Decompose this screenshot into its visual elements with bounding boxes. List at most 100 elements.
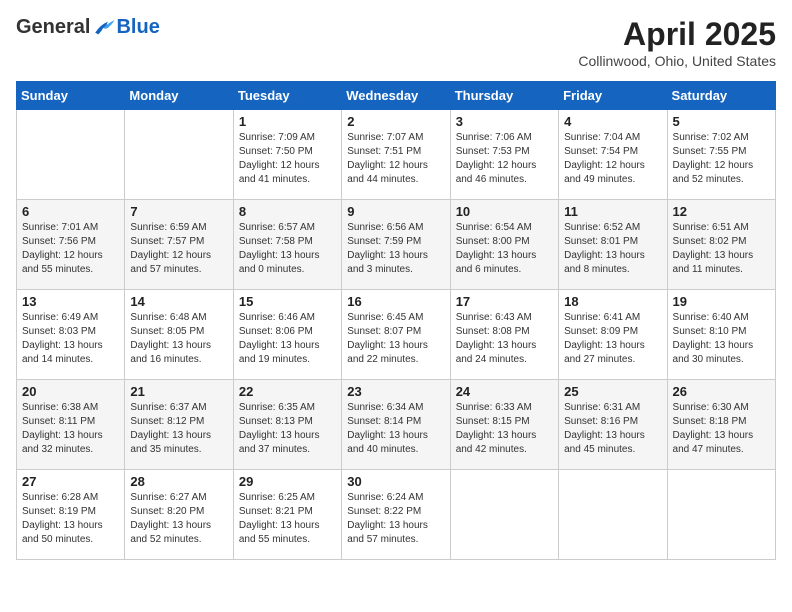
day-number: 14 xyxy=(130,294,227,309)
calendar-day-cell: 6 Sunrise: 7:01 AMSunset: 7:56 PMDaylight… xyxy=(17,200,125,290)
calendar-day-cell: 15 Sunrise: 6:46 AMSunset: 8:06 PMDayligh… xyxy=(233,290,341,380)
calendar-week-row: 20Sunrise: 6:38 AMSunset: 8:11 PMDayligh… xyxy=(17,380,776,470)
day-number: 10 xyxy=(456,204,553,219)
calendar-day-cell: 14 Sunrise: 6:48 AMSunset: 8:05 PMDayligh… xyxy=(125,290,233,380)
calendar-day-cell: 10 Sunrise: 6:54 AMSunset: 8:00 PMDayligh… xyxy=(450,200,558,290)
calendar-day-cell: 2 Sunrise: 7:07 AMSunset: 7:51 PMDaylight… xyxy=(342,110,450,200)
day-number: 11 xyxy=(564,204,661,219)
calendar-day-cell: 8Sunrise: 6:57 AMSunset: 7:58 PMDaylight… xyxy=(233,200,341,290)
day-info: Sunrise: 7:02 AMSunset: 7:55 PMDaylight:… xyxy=(673,131,770,187)
calendar-day-cell: 22 Sunrise: 6:35 AMSunset: 8:13 PMDayligh… xyxy=(233,380,341,470)
day-number: 30 xyxy=(347,474,444,489)
calendar-day-cell: 11 Sunrise: 6:52 AMSunset: 8:01 PMDayligh… xyxy=(559,200,667,290)
calendar-empty-cell xyxy=(667,470,775,560)
day-number: 2 xyxy=(347,114,444,129)
calendar-day-cell: 5 Sunrise: 7:02 AMSunset: 7:55 PMDaylight… xyxy=(667,110,775,200)
day-info: Sunrise: 6:24 AMSunset: 8:22 PMDaylight:… xyxy=(347,491,444,547)
title-block: April 2025 Collinwood, Ohio, United Stat… xyxy=(578,16,776,69)
day-number: 22 xyxy=(239,384,336,399)
day-info: Sunrise: 7:06 AMSunset: 7:53 PMDaylight:… xyxy=(456,131,553,187)
day-number: 29 xyxy=(239,474,336,489)
day-info: Sunrise: 6:25 AMSunset: 8:21 PMDaylight:… xyxy=(239,491,336,547)
day-number: 4 xyxy=(564,114,661,129)
calendar-day-cell: 7Sunrise: 6:59 AMSunset: 7:57 PMDaylight… xyxy=(125,200,233,290)
day-info: Sunrise: 6:51 AMSunset: 8:02 PMDaylight:… xyxy=(673,221,770,277)
calendar-day-cell: 24Sunrise: 6:33 AMSunset: 8:15 PMDayligh… xyxy=(450,380,558,470)
day-info: Sunrise: 6:48 AMSunset: 8:05 PMDaylight:… xyxy=(130,311,227,367)
logo: General Blue xyxy=(16,16,160,39)
day-number: 25 xyxy=(564,384,661,399)
calendar-day-cell: 9 Sunrise: 6:56 AMSunset: 7:59 PMDaylight… xyxy=(342,200,450,290)
day-number: 24 xyxy=(456,384,553,399)
day-info: Sunrise: 6:41 AMSunset: 8:09 PMDaylight:… xyxy=(564,311,661,367)
calendar-day-cell: 30 Sunrise: 6:24 AMSunset: 8:22 PMDayligh… xyxy=(342,470,450,560)
day-number: 21 xyxy=(130,384,227,399)
calendar-week-row: 1 Sunrise: 7:09 AMSunset: 7:50 PMDaylight… xyxy=(17,110,776,200)
day-info: Sunrise: 6:34 AMSunset: 8:14 PMDaylight:… xyxy=(347,401,444,457)
day-info: Sunrise: 7:07 AMSunset: 7:51 PMDaylight:… xyxy=(347,131,444,187)
calendar-table: SundayMondayTuesdayWednesdayThursdayFrid… xyxy=(16,81,776,560)
day-info: Sunrise: 7:09 AMSunset: 7:50 PMDaylight:… xyxy=(239,131,336,187)
day-number: 26 xyxy=(673,384,770,399)
calendar-day-cell: 12 Sunrise: 6:51 AMSunset: 8:02 PMDayligh… xyxy=(667,200,775,290)
calendar-day-cell: 25 Sunrise: 6:31 AMSunset: 8:16 PMDayligh… xyxy=(559,380,667,470)
day-number: 9 xyxy=(347,204,444,219)
day-number: 18 xyxy=(564,294,661,309)
day-number: 28 xyxy=(130,474,227,489)
day-info: Sunrise: 6:52 AMSunset: 8:01 PMDaylight:… xyxy=(564,221,661,277)
day-info: Sunrise: 6:27 AMSunset: 8:20 PMDaylight:… xyxy=(130,491,227,547)
calendar-day-cell: 3 Sunrise: 7:06 AMSunset: 7:53 PMDaylight… xyxy=(450,110,558,200)
day-info: Sunrise: 6:43 AMSunset: 8:08 PMDaylight:… xyxy=(456,311,553,367)
day-info: Sunrise: 7:01 AMSunset: 7:56 PMDaylight:… xyxy=(22,221,119,277)
calendar-day-cell: 26Sunrise: 6:30 AMSunset: 8:18 PMDayligh… xyxy=(667,380,775,470)
location-text: Collinwood, Ohio, United States xyxy=(578,53,776,69)
calendar-day-cell: 28 Sunrise: 6:27 AMSunset: 8:20 PMDayligh… xyxy=(125,470,233,560)
day-info: Sunrise: 6:46 AMSunset: 8:06 PMDaylight:… xyxy=(239,311,336,367)
day-number: 13 xyxy=(22,294,119,309)
day-info: Sunrise: 6:28 AMSunset: 8:19 PMDaylight:… xyxy=(22,491,119,547)
day-number: 17 xyxy=(456,294,553,309)
calendar-day-cell: 20Sunrise: 6:38 AMSunset: 8:11 PMDayligh… xyxy=(17,380,125,470)
logo-general-text: General xyxy=(16,16,90,39)
day-info: Sunrise: 6:37 AMSunset: 8:12 PMDaylight:… xyxy=(130,401,227,457)
page-header: General Blue April 2025 Collinwood, Ohio… xyxy=(16,16,776,69)
calendar-empty-cell xyxy=(559,470,667,560)
day-number: 5 xyxy=(673,114,770,129)
calendar-day-cell: 21 Sunrise: 6:37 AMSunset: 8:12 PMDayligh… xyxy=(125,380,233,470)
day-number: 19 xyxy=(673,294,770,309)
day-info: Sunrise: 6:45 AMSunset: 8:07 PMDaylight:… xyxy=(347,311,444,367)
day-info: Sunrise: 6:49 AMSunset: 8:03 PMDaylight:… xyxy=(22,311,119,367)
day-number: 23 xyxy=(347,384,444,399)
calendar-day-cell: 29 Sunrise: 6:25 AMSunset: 8:21 PMDayligh… xyxy=(233,470,341,560)
day-number: 20 xyxy=(22,384,119,399)
calendar-day-cell: 16Sunrise: 6:45 AMSunset: 8:07 PMDayligh… xyxy=(342,290,450,380)
weekday-header-monday: Monday xyxy=(125,82,233,110)
weekday-header-wednesday: Wednesday xyxy=(342,82,450,110)
calendar-day-cell: 1 Sunrise: 7:09 AMSunset: 7:50 PMDaylight… xyxy=(233,110,341,200)
day-number: 3 xyxy=(456,114,553,129)
day-info: Sunrise: 6:31 AMSunset: 8:16 PMDaylight:… xyxy=(564,401,661,457)
day-number: 12 xyxy=(673,204,770,219)
day-number: 6 xyxy=(22,204,119,219)
calendar-week-row: 6 Sunrise: 7:01 AMSunset: 7:56 PMDaylight… xyxy=(17,200,776,290)
day-number: 27 xyxy=(22,474,119,489)
day-info: Sunrise: 6:56 AMSunset: 7:59 PMDaylight:… xyxy=(347,221,444,277)
calendar-day-cell: 13 Sunrise: 6:49 AMSunset: 8:03 PMDayligh… xyxy=(17,290,125,380)
weekday-header-friday: Friday xyxy=(559,82,667,110)
day-number: 1 xyxy=(239,114,336,129)
calendar-day-cell: 19 Sunrise: 6:40 AMSunset: 8:10 PMDayligh… xyxy=(667,290,775,380)
calendar-day-cell: 18 Sunrise: 6:41 AMSunset: 8:09 PMDayligh… xyxy=(559,290,667,380)
weekday-header-sunday: Sunday xyxy=(17,82,125,110)
day-info: Sunrise: 6:35 AMSunset: 8:13 PMDaylight:… xyxy=(239,401,336,457)
calendar-empty-cell xyxy=(125,110,233,200)
day-info: Sunrise: 6:54 AMSunset: 8:00 PMDaylight:… xyxy=(456,221,553,277)
logo-bird-icon xyxy=(92,18,116,38)
calendar-day-cell: 23 Sunrise: 6:34 AMSunset: 8:14 PMDayligh… xyxy=(342,380,450,470)
day-number: 7 xyxy=(130,204,227,219)
day-info: Sunrise: 6:40 AMSunset: 8:10 PMDaylight:… xyxy=(673,311,770,367)
day-info: Sunrise: 7:04 AMSunset: 7:54 PMDaylight:… xyxy=(564,131,661,187)
weekday-header-saturday: Saturday xyxy=(667,82,775,110)
calendar-day-cell: 27 Sunrise: 6:28 AMSunset: 8:19 PMDayligh… xyxy=(17,470,125,560)
day-number: 15 xyxy=(239,294,336,309)
calendar-day-cell: 17 Sunrise: 6:43 AMSunset: 8:08 PMDayligh… xyxy=(450,290,558,380)
